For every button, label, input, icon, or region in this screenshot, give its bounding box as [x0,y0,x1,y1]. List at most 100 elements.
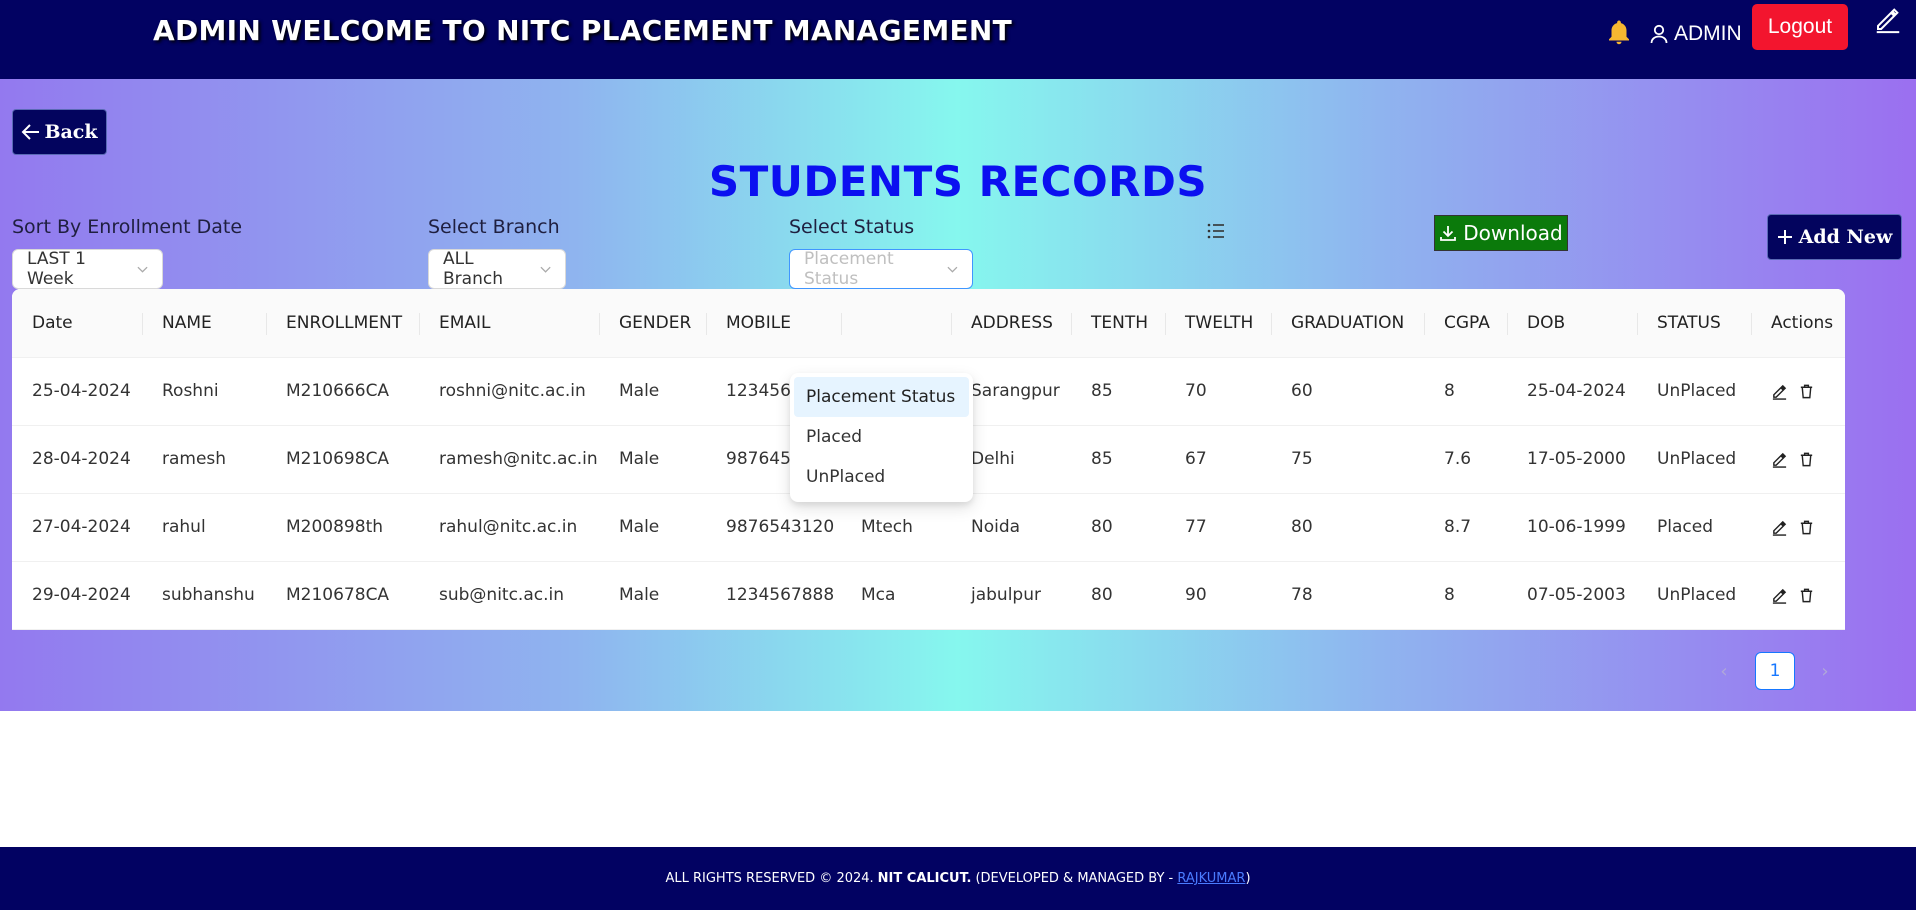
delete-icon[interactable] [1798,519,1815,536]
user-name: ADMIN [1674,22,1742,45]
bell-icon[interactable] [1604,18,1634,48]
column-header[interactable] [841,289,951,358]
download-icon [1440,226,1457,241]
table-cell: Mca [841,561,951,630]
table-cell: 67 [1165,425,1271,494]
footer-credit: (DEVELOPED & MANAGED BY - [975,871,1174,886]
column-header: Actions [1751,289,1845,358]
table-cell: Male [599,357,706,426]
column-header[interactable]: DOB [1507,289,1637,358]
table-cell: 75 [1271,425,1424,494]
edit-icon[interactable] [1771,587,1788,604]
table-cell: M200898th [266,493,419,562]
row-actions [1751,493,1845,562]
column-header[interactable]: EMAIL [419,289,599,358]
branch-label: Select Branch [428,216,560,238]
edit-icon[interactable] [1771,383,1788,400]
column-header[interactable]: STATUS [1637,289,1751,358]
action-icons [1771,451,1845,468]
column-header[interactable]: GENDER [599,289,706,358]
action-icons [1771,519,1845,536]
table-cell: 85 [1071,357,1165,426]
dropdown-option-placed[interactable]: Placed [794,417,969,457]
table-cell: 80 [1071,561,1165,630]
action-icons [1771,587,1845,604]
footer-org: NIT CALICUT. [877,871,972,886]
status-dropdown-menu: Placement Status Placed UnPlaced [790,373,973,502]
status-select-placeholder: Placement Status [804,249,894,289]
pagination-prev[interactable]: ‹ [1712,652,1736,690]
table-cell: 25-04-2024 [12,357,142,426]
row-actions [1751,425,1845,494]
status-select[interactable]: Placement Status [789,249,973,289]
column-header[interactable]: TENTH [1071,289,1165,358]
table-cell: jabulpur [951,561,1071,630]
column-header[interactable]: GRADUATION [1271,289,1424,358]
table-cell: 29-04-2024 [12,561,142,630]
table-cell: 8.7 [1424,493,1507,562]
column-header[interactable]: CGPA [1424,289,1507,358]
table-cell: subhanshu [142,561,266,630]
edit-icon[interactable] [1873,4,1903,34]
table-cell: 7.6 [1424,425,1507,494]
table-cell: roshni@nitc.ac.in [419,357,599,426]
column-header[interactable]: NAME [142,289,266,358]
chevron-down-icon [540,266,551,273]
delete-icon[interactable] [1798,451,1815,468]
add-new-label: Add New [1798,226,1893,248]
footer-author-link[interactable]: RAJKUMAR [1177,871,1245,886]
table-cell: sub@nitc.ac.in [419,561,599,630]
table-cell: Roshni [142,357,266,426]
back-label: Back [44,121,98,143]
pagination-next[interactable]: › [1813,652,1837,690]
table-cell: M210678CA [266,561,419,630]
pagination-page[interactable]: 1 [1755,652,1795,690]
table-cell: Mtech [841,493,951,562]
table-cell: 77 [1165,493,1271,562]
table-cell: 90 [1165,561,1271,630]
delete-icon[interactable] [1798,587,1815,604]
table-cell: 85 [1071,425,1165,494]
table-cell: 28-04-2024 [12,425,142,494]
logout-button[interactable]: Logout [1752,4,1848,50]
top-navbar: ADMIN WELCOME TO NITC PLACEMENT MANAGEME… [0,0,1916,79]
branch-select[interactable]: ALL Branch [428,249,566,289]
arrow-left-icon [22,124,40,140]
table-cell: 8 [1424,561,1507,630]
table-cell: M210698CA [266,425,419,494]
dropdown-option-placement-status[interactable]: Placement Status [794,377,969,417]
row-actions [1751,561,1845,630]
dropdown-option-unplaced[interactable]: UnPlaced [794,457,969,497]
edit-icon[interactable] [1771,451,1788,468]
table-cell: 8 [1424,357,1507,426]
column-header[interactable]: ENROLLMENT [266,289,419,358]
table-cell: UnPlaced [1637,425,1751,494]
edit-icon[interactable] [1771,519,1788,536]
list-icon[interactable] [1206,221,1226,241]
user-icon [1650,24,1668,44]
chevron-down-icon [137,266,148,273]
row-actions [1751,357,1845,426]
column-header[interactable]: ADDRESS [951,289,1071,358]
table-row: 27-04-2024 rahul M200898th rahul@nitc.ac.in… [12,493,1845,562]
table-cell: 10-06-1999 [1507,493,1637,562]
user-menu[interactable]: ADMIN [1650,22,1742,46]
add-new-button[interactable]: Add New [1767,214,1902,260]
action-icons [1771,383,1845,400]
table-cell: 1234567888 [706,561,841,630]
delete-icon[interactable] [1798,383,1815,400]
table-cell: 07-05-2003 [1507,561,1637,630]
sort-select[interactable]: LAST 1 Week [12,249,163,289]
table-cell: ramesh@nitc.ac.in [419,425,599,494]
table-cell: rahul [142,493,266,562]
column-header[interactable]: TWELTH [1165,289,1271,358]
status-label: Select Status [789,216,915,238]
table-cell: M210666CA [266,357,419,426]
table-cell: 80 [1271,493,1424,562]
back-button[interactable]: Back [12,109,107,155]
column-header[interactable]: MOBILE [706,289,841,358]
footer-rights: ALL RIGHTS RESERVED © 2024. [665,871,874,886]
table-cell: UnPlaced [1637,561,1751,630]
download-button[interactable]: Download [1434,215,1568,251]
column-header[interactable]: Date [12,289,142,358]
